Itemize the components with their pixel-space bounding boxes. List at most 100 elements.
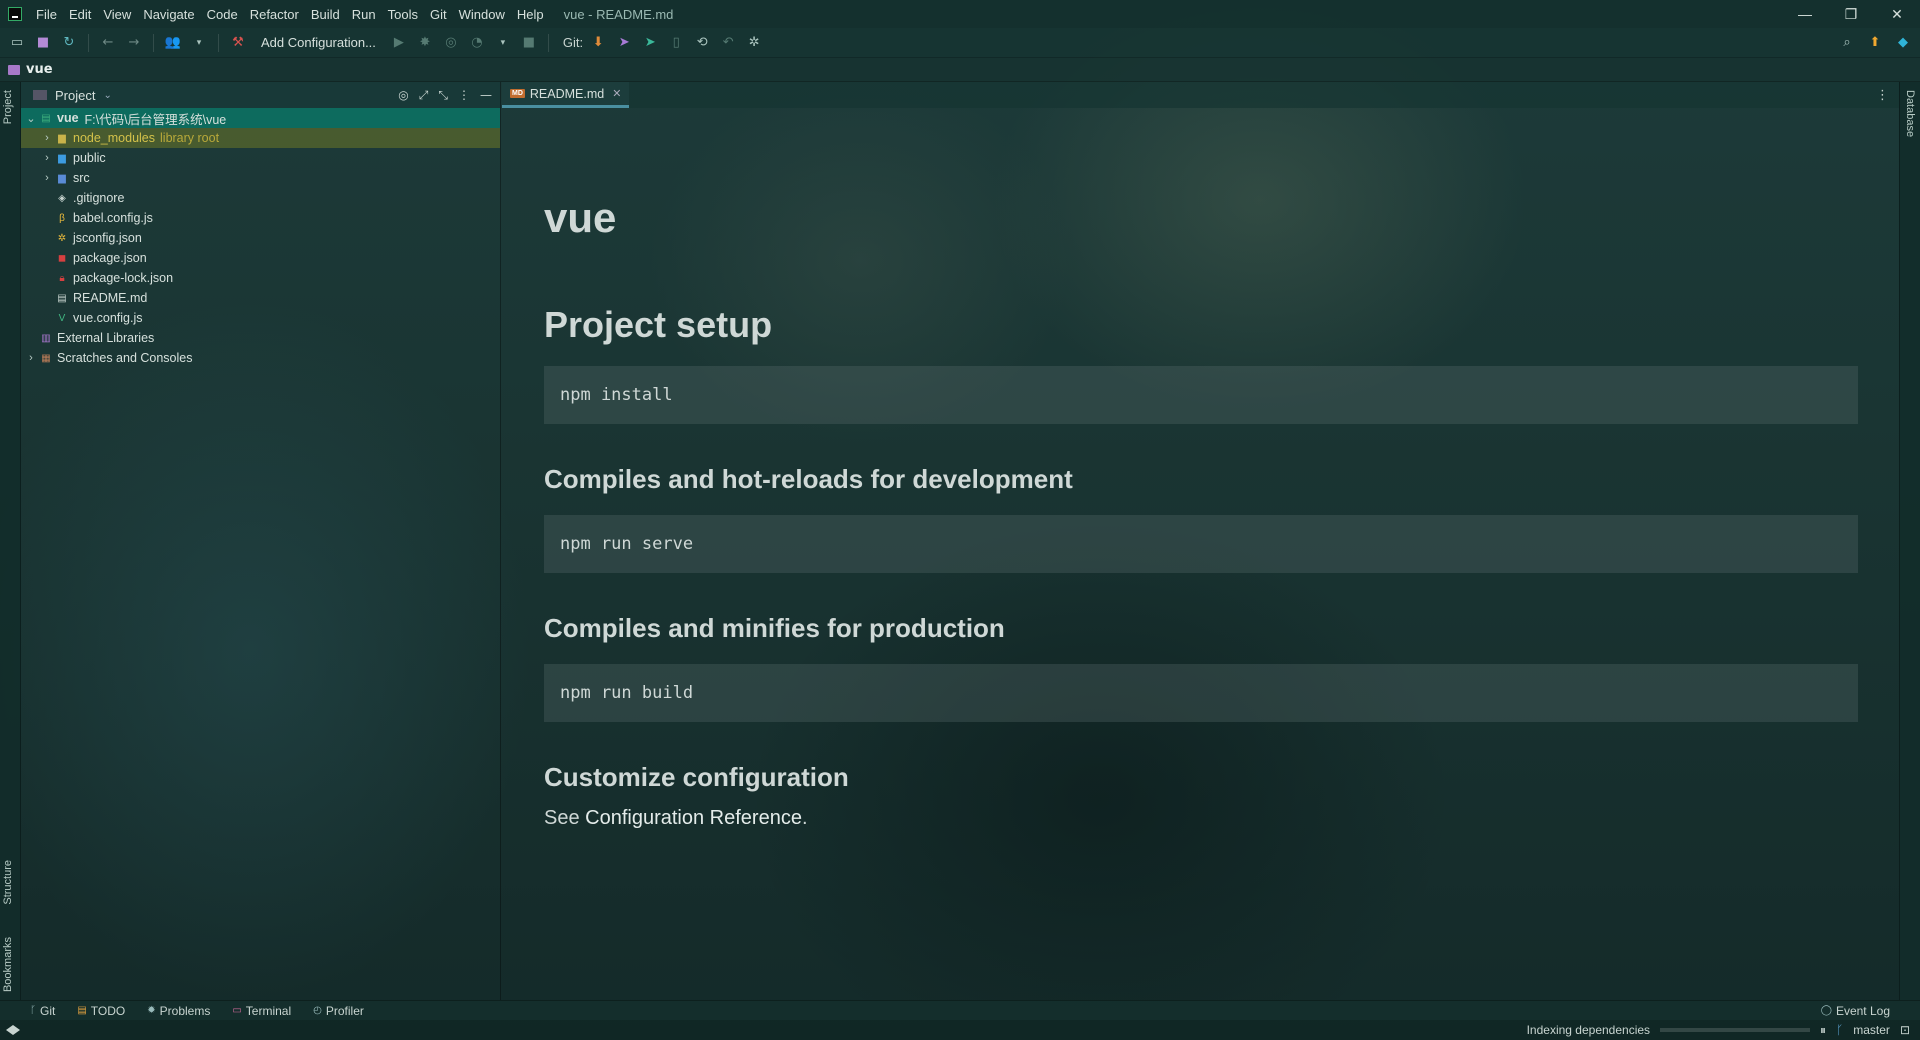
tree-item-src[interactable]: › ▆ src [21,168,500,188]
menu-view[interactable]: View [97,7,137,22]
menu-build[interactable]: Build [305,7,346,22]
chevron-right-icon[interactable]: › [39,132,55,144]
tree-item-public[interactable]: › ▆ public [21,148,500,168]
profile-icon[interactable]: ◔ [466,32,488,54]
terminal-icon: ▭ [232,1005,242,1016]
tree-item-scratches[interactable]: › ▦ Scratches and Consoles [21,348,500,368]
open-folder-icon[interactable]: ▭ [6,32,28,54]
minimize-button[interactable]: — [1782,6,1828,23]
tree-item-label: vue.config.js [73,311,143,325]
npm-icon: ◼ [57,252,67,264]
menu-help[interactable]: Help [511,7,550,22]
tab-readme[interactable]: MD README.md ✕ [502,82,630,108]
tree-item-babel-config[interactable]: β babel.config.js [21,208,500,228]
tree-item-label: vue [57,111,79,125]
collapse-all-icon[interactable]: ⤡ [438,88,448,103]
menu-window[interactable]: Window [453,7,511,22]
tree-item-label: public [73,151,106,165]
git-rollback-icon[interactable]: ↶ [717,32,739,54]
plugin-icon[interactable]: ◆ [1892,32,1914,54]
sync-icon[interactable]: ↻ [58,32,80,54]
tab-bookmarks[interactable]: Bookmarks [2,937,14,992]
expand-all-icon[interactable]: ⤢ [419,88,429,103]
tree-item-root[interactable]: ⌄ ▤ vue F:\代码\后台管理系统\vue [21,108,500,128]
tree-item-vue-config[interactable]: V vue.config.js [21,308,500,328]
git-push-icon[interactable]: ➤ [639,32,661,54]
chevron-right-icon[interactable]: › [23,352,39,364]
panel-actions: ◎ ⤢ ⤡ ⋮ — [398,88,500,103]
tree-item-external-libraries[interactable]: ▥ External Libraries [21,328,500,348]
markdown-preview: vue Project setup npm install Compiles a… [544,108,1858,830]
pause-icon[interactable]: ⏸ [1820,1023,1826,1038]
tab-project[interactable]: Project [2,90,14,124]
tree-item-package-json[interactable]: ◼ package.json [21,248,500,268]
close-window-button[interactable]: ✕ [1874,6,1920,23]
menu-bar: File Edit View Navigate Code Refactor Bu… [30,7,550,22]
lock-icon[interactable]: ⊡ [1900,1023,1910,1037]
stop-icon[interactable]: ■ [518,32,540,54]
project-panel-title[interactable]: Project [55,88,95,103]
tree-item-label: package-lock.json [73,271,174,285]
tree-item-readme[interactable]: ▤ README.md [21,288,500,308]
tool-problems[interactable]: ✹ Problems [147,1004,210,1018]
menu-edit[interactable]: Edit [63,7,97,22]
build-hammer-icon[interactable]: ⚒ [227,32,249,54]
coverage-icon[interactable]: ◎ [440,32,462,54]
code-block: npm run build [544,664,1858,722]
locate-icon[interactable]: ◎ [398,88,408,103]
users-icon[interactable]: 👥 [162,32,184,54]
chevron-down-icon[interactable]: ⌄ [23,112,39,125]
add-configuration-button[interactable]: Add Configuration... [253,35,384,50]
chevron-down-icon[interactable]: ▾ [492,32,514,54]
git-update-icon[interactable]: ⬇ [587,32,609,54]
tree-item-gitignore[interactable]: ◈ .gitignore [21,188,500,208]
layers-icon[interactable] [6,1025,20,1035]
tool-git[interactable]: ᚴ Git [30,1004,55,1018]
hide-panel-icon[interactable]: — [480,88,492,103]
save-all-icon[interactable]: ■ [32,32,54,54]
tab-database[interactable]: Database [1904,90,1916,137]
indexing-status[interactable]: Indexing dependencies [1527,1023,1650,1037]
chevron-right-icon[interactable]: › [39,152,55,164]
restore-button[interactable]: ❐ [1828,6,1874,23]
more-options-icon[interactable]: ⋮ [1866,88,1899,103]
git-history-icon[interactable]: ⟲ [691,32,713,54]
menu-refactor[interactable]: Refactor [244,7,305,22]
tool-profiler[interactable]: ◴ Profiler [313,1004,364,1018]
update-icon[interactable]: ⬆ [1864,32,1886,54]
chevron-right-icon[interactable]: › [39,172,55,184]
window-controls: — ❐ ✕ [1782,6,1920,23]
tree-item-label: node_modules [73,131,156,145]
settings-translate-icon[interactable]: ✲ [743,32,765,54]
forward-icon[interactable]: → [123,32,145,54]
breadcrumb-project[interactable]: vue [26,62,53,77]
more-options-icon[interactable]: ⋮ [458,88,470,103]
menu-navigate[interactable]: Navigate [137,7,200,22]
branch-name[interactable]: master [1853,1023,1890,1037]
menu-run[interactable]: Run [346,7,382,22]
search-icon[interactable]: ⌕ [1836,32,1858,54]
menu-file[interactable]: File [30,7,63,22]
back-icon[interactable]: ← [97,32,119,54]
debug-icon[interactable]: ✸ [414,32,436,54]
close-tab-icon[interactable]: ✕ [612,87,621,100]
tree-item-path: F:\代码\后台管理系统\vue [84,112,227,127]
menu-git[interactable]: Git [424,7,453,22]
run-icon[interactable]: ▶ [388,32,410,54]
tool-todo[interactable]: ▤ TODO [77,1004,125,1018]
tab-structure[interactable]: Structure [2,860,14,905]
tree-item-jsconfig[interactable]: ✲ jsconfig.json [21,228,500,248]
chevron-down-icon[interactable]: ▾ [188,32,210,54]
tree-item-node-modules[interactable]: › ▆ node_modules library root [21,128,500,148]
markdown-icon: MD [510,89,525,98]
tree-item-package-lock[interactable]: 🔒︎ package-lock.json [21,268,500,288]
chevron-down-icon[interactable]: ⌄ [103,90,111,101]
git-branch-icon[interactable]: ▯ [665,32,687,54]
menu-code[interactable]: Code [201,7,244,22]
configuration-reference-link[interactable]: Configuration Reference [585,807,802,829]
tool-event-log[interactable]: ◯ Event Log [1821,1004,1890,1018]
tool-terminal[interactable]: ▭ Terminal [232,1004,291,1018]
menu-tools[interactable]: Tools [382,7,424,22]
git-branch-icon: ᚴ [30,1005,36,1016]
git-commit-icon[interactable]: ➤ [613,32,635,54]
